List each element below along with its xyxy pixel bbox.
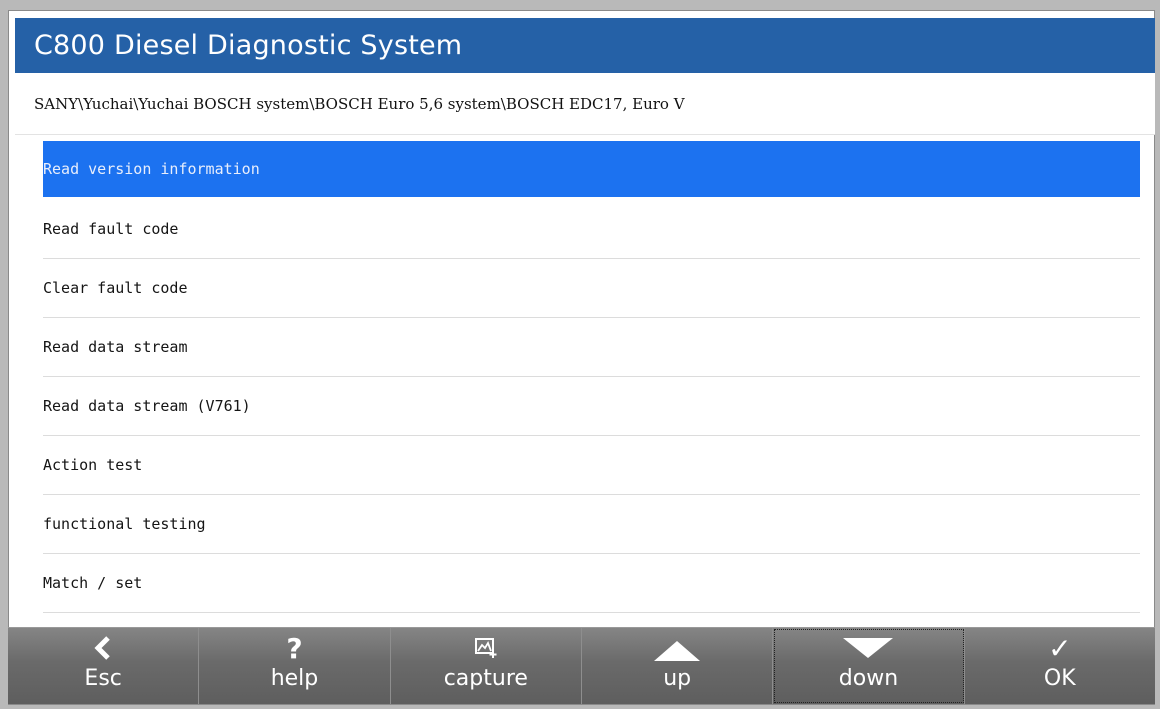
menu-item-read-data-stream-v761[interactable]: Read data stream (V761) — [43, 377, 1140, 436]
esc-button[interactable]: Esc — [8, 628, 200, 704]
triangle-down-icon — [773, 634, 963, 662]
menu-item-functional-testing[interactable]: functional testing — [43, 495, 1140, 554]
breadcrumb: SANY\Yuchai\Yuchai BOSCH system\BOSCH Eu… — [15, 73, 1155, 135]
down-button[interactable]: down — [773, 628, 965, 704]
bottom-toolbar: Esc ? help capture up down ✓ OK — [8, 627, 1155, 704]
screenshot-icon — [391, 634, 581, 662]
up-label: up — [663, 666, 692, 691]
checkmark-icon: ✓ — [1048, 631, 1072, 665]
ok-label: OK — [1043, 666, 1076, 691]
question-icon: ? — [286, 631, 303, 665]
chevron-left-icon — [8, 634, 198, 662]
capture-button[interactable]: capture — [391, 628, 582, 704]
down-label: down — [838, 666, 899, 691]
menu-item-read-fault-code[interactable]: Read fault code — [43, 200, 1140, 259]
menu-item-match-set[interactable]: Match / set — [43, 554, 1140, 613]
window-title: C800 Diesel Diagnostic System — [15, 18, 1155, 73]
help-button[interactable]: ? help — [199, 628, 391, 704]
capture-label: capture — [443, 666, 528, 691]
up-button[interactable]: up — [582, 628, 774, 704]
ok-button[interactable]: ✓ OK — [965, 628, 1155, 704]
menu-item-action-test[interactable]: Action test — [43, 436, 1140, 495]
triangle-up-icon — [582, 634, 772, 662]
menu-item-read-data-stream[interactable]: Read data stream — [43, 318, 1140, 377]
function-menu: Read version information Read fault code… — [43, 141, 1140, 627]
menu-item-clear-fault-code[interactable]: Clear fault code — [43, 259, 1140, 318]
esc-label: Esc — [84, 666, 122, 691]
help-label: help — [270, 666, 319, 691]
menu-item-read-version-information[interactable]: Read version information — [43, 141, 1140, 197]
